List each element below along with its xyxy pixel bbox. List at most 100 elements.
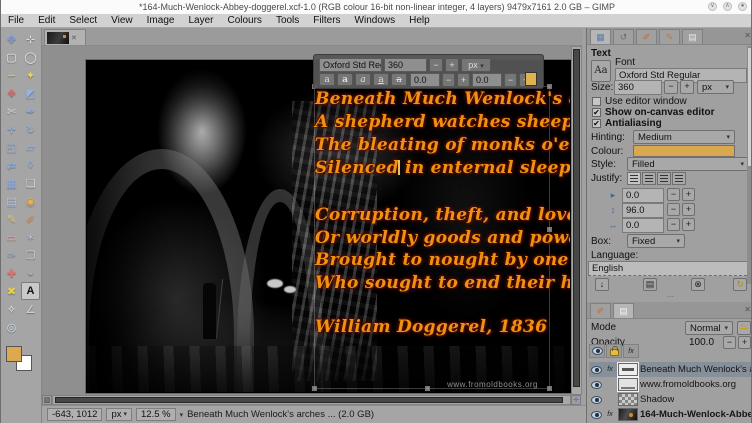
size-plus-button[interactable]: + (680, 80, 694, 94)
size-minus-button[interactable]: − (664, 80, 678, 94)
tool-bucket-fill-icon[interactable]: ◉ (21, 192, 40, 210)
layer-row-base-image[interactable]: fx 164-Much-Wenlock-Abbey-ala (589, 407, 751, 422)
vertical-scrollbar-thumb[interactable] (573, 49, 580, 387)
indent-plus-button[interactable]: + (682, 188, 695, 201)
line-spacing-field[interactable]: 96.0 (622, 203, 664, 218)
editor-font-field[interactable]: Oxford Std Regul (319, 58, 382, 72)
line-spacing-plus-button[interactable]: + (682, 203, 695, 216)
language-field[interactable]: English (588, 261, 751, 276)
tool-measure-icon[interactable]: ∠ (21, 300, 40, 318)
style-dropdown[interactable]: Filled ▾ (627, 157, 749, 171)
tab-brushes[interactable]: ✐ (636, 29, 657, 44)
justify-left-button[interactable] (627, 172, 641, 185)
line-spacing-minus-button[interactable]: − (667, 203, 680, 216)
editor-size-field[interactable]: 360 (384, 58, 427, 72)
selection-handle[interactable] (312, 386, 317, 391)
tool-pencil-icon[interactable]: ✎ (2, 210, 21, 228)
image-tab[interactable]: ✕ (44, 29, 86, 45)
box-dropdown[interactable]: Fixed ▾ (627, 234, 685, 248)
menu-windows[interactable]: Windows (348, 15, 403, 26)
tool-scissors-select-icon[interactable]: ✄ (2, 102, 21, 120)
indent-minus-button[interactable]: − (667, 188, 680, 201)
tool-shear-icon[interactable]: ▱ (21, 138, 40, 156)
menu-help[interactable]: Help (402, 15, 437, 26)
letter-spacing-minus-button[interactable]: − (667, 218, 680, 231)
lock-alpha-cell[interactable] (606, 344, 622, 358)
indent-field[interactable]: 0.0 (622, 188, 664, 203)
tool-paintbrush-icon[interactable]: ✐ (21, 210, 40, 228)
poem-stanza-2[interactable]: Corruption, theft, and love Or worldly g… (315, 204, 570, 294)
tool-fuzzy-select-icon[interactable]: ✦ (21, 66, 40, 84)
tool-move-icon[interactable]: ✥ (2, 30, 21, 48)
editor-clear-style-button[interactable]: a (319, 73, 335, 86)
poem-stanza-1[interactable]: Beneath Much Wenlock's arches old A shep… (315, 88, 570, 180)
menu-select[interactable]: Select (62, 15, 104, 26)
editor-kerning-minus-button[interactable]: − (504, 73, 517, 87)
tab-layers[interactable]: ▤ (613, 303, 634, 318)
mode-switch-icon[interactable]: ⇆ (737, 321, 751, 335)
tool-crop-icon[interactable]: ❏ (21, 174, 40, 192)
layers-dock-close-icon[interactable]: ✕ (744, 305, 751, 314)
tool-eraser-icon[interactable]: ▭ (2, 228, 21, 246)
close-button[interactable]: ● (738, 2, 747, 11)
restore-tool-preset-button[interactable]: ▤ (643, 278, 657, 291)
tool-scale-icon[interactable]: ◰ (2, 138, 21, 156)
tool-unified-transform-icon[interactable]: ✛ (2, 120, 21, 138)
menu-edit[interactable]: Edit (31, 15, 62, 26)
editor-strikethrough-button[interactable]: a (391, 73, 407, 86)
size-unit-dropdown[interactable]: px ▾ (697, 80, 734, 94)
lock-fx-cell[interactable]: fx (623, 344, 639, 358)
layer-row-watermark[interactable]: www.fromoldbooks.org (589, 377, 751, 392)
tool-rotate-icon[interactable]: ↻ (21, 120, 40, 138)
editor-color-swatch[interactable] (525, 72, 537, 86)
menu-tools[interactable]: Tools (269, 15, 306, 26)
visibility-eye-icon[interactable] (591, 410, 602, 419)
poem-signature[interactable]: William Doggerel, 1836 (315, 316, 547, 339)
tool-foreground-select-icon[interactable]: ◩ (21, 84, 40, 102)
vertical-scrollbar[interactable] (571, 46, 582, 395)
tool-ellipse-select-icon[interactable]: ◯ (21, 48, 40, 66)
tab-device-status[interactable]: ↺ (613, 29, 634, 44)
horizontal-scrollbar[interactable] (52, 395, 571, 405)
tool-alignment-icon[interactable]: ⊹ (21, 30, 40, 48)
tab-tool-options[interactable]: ▦ (590, 29, 611, 44)
opacity-plus-button[interactable]: + (738, 336, 751, 349)
editor-size-plus-button[interactable]: + (445, 58, 459, 72)
letter-spacing-plus-button[interactable]: + (682, 218, 695, 231)
lock-pixels-cell[interactable] (589, 344, 605, 358)
hinting-dropdown[interactable]: Medium ▾ (633, 130, 735, 144)
canvas-viewport[interactable]: Beneath Much Wenlock's arches old A shep… (42, 46, 571, 395)
menu-colours[interactable]: Colours (220, 15, 268, 26)
editor-baseline-minus-button[interactable]: − (442, 73, 455, 87)
editor-bold-button[interactable]: a (337, 73, 353, 86)
justify-fill-button[interactable] (672, 172, 686, 185)
zoom-field[interactable]: 12.5 % (136, 408, 176, 421)
selection-handle[interactable] (425, 386, 430, 391)
letter-spacing-field[interactable]: 0.0 (622, 218, 664, 233)
tool-perspective-icon[interactable]: ◊ (21, 156, 40, 174)
opacity-minus-button[interactable]: − (723, 336, 736, 349)
minimize-button[interactable]: ∨ (708, 2, 717, 11)
quick-mask-toggle[interactable]: ▧ (42, 395, 52, 405)
editor-underline-button[interactable]: a (373, 73, 389, 86)
canvas-image[interactable]: Beneath Much Wenlock's arches old A shep… (86, 60, 571, 393)
justify-center-button[interactable] (657, 172, 671, 185)
tool-options-scrollbar[interactable] (747, 46, 751, 284)
horizontal-scrollbar-thumb[interactable] (55, 397, 563, 403)
tool-color-picker-icon[interactable]: ✧ (2, 300, 21, 318)
navigation-button[interactable]: ✛ (571, 395, 581, 405)
editor-baseline-field[interactable]: 0.0 (410, 73, 440, 87)
unit-dropdown[interactable]: px ▾ (106, 408, 132, 421)
editor-unit-dropdown[interactable]: px ▾ (461, 58, 491, 72)
size-field[interactable]: 360 (614, 80, 662, 95)
justify-right-button[interactable] (642, 172, 656, 185)
tool-zoom-icon[interactable]: ◎ (2, 318, 21, 336)
tool-free-select-icon[interactable]: ∽ (2, 66, 21, 84)
tool-options-scrollbar-thumb[interactable] (747, 47, 751, 167)
tool-text-icon[interactable]: A (21, 282, 40, 300)
tool-flip-icon[interactable]: ⇄ (2, 156, 21, 174)
maximize-button[interactable]: ∧ (723, 2, 732, 11)
editor-size-minus-button[interactable]: − (429, 58, 443, 72)
selection-handle[interactable] (547, 386, 552, 391)
layer-row-text[interactable]: fx Beneath Much Wenlock's arches (589, 362, 751, 377)
